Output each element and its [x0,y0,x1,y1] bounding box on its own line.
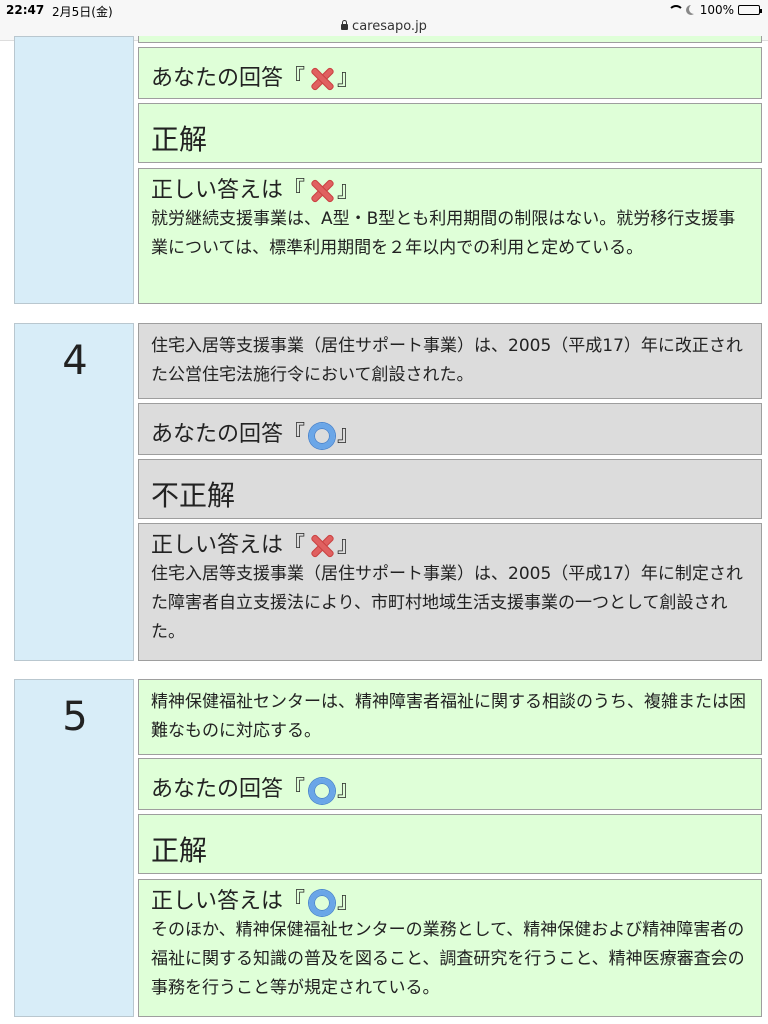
your-answer-cell: あなたの回答『 』 [138,758,762,810]
explanation-text: 住宅入居等支援事業（居住サポート事業）は、2005（平成17）年に制定された障害… [151,564,743,642]
correct-answer-label: 正しい答えは『 [151,533,306,558]
status-time: 22:47 [6,3,45,17]
question-number-cell: 5 [14,679,134,1017]
correct-answer-cell: 正しい答えは『 』 就労継続支援事業は、A型・B型とも利用期間の制限はない。就労移… [138,168,762,304]
your-answer-label: あなたの回答『 [151,422,306,447]
bracket-close: 』 [337,422,360,447]
question-number-cell [14,36,134,304]
bracket-close: 』 [337,777,360,802]
your-answer-cell: あなたの回答『 』 [138,403,762,455]
address-bar[interactable]: caresapo.jp [0,19,768,34]
explanation-text: そのほか、精神保健福祉センターの業務として、精神保健および精神障害者の福祉に関す… [151,920,745,998]
correct-answer-label: 正しい答えは『 [151,889,306,914]
explanation-text: 就労継続支援事業は、A型・B型とも利用期間の制限はない。就労移行支援事業について… [151,209,736,258]
your-answer-label: あなたの回答『 [151,777,306,802]
verdict-text: 正解 [151,123,208,156]
circle-mark-icon [307,888,336,916]
question-text: 住宅入居等支援事業（居住サポート事業）は、2005（平成17）年に改正された公営… [151,336,743,385]
circle-mark-icon [307,776,336,804]
bracket-close: 』 [337,66,360,91]
question-text-cell: 住宅入居等支援事業（居住サポート事業）は、2005（平成17）年に改正された公営… [138,323,762,399]
question-block-4: 4 住宅入居等支援事業（居住サポート事業）は、2005（平成17）年に改正された… [14,323,762,661]
question-block-5: 5 精神保健福祉センターは、精神障害者福祉に関する相談のうち、複雑または困難なも… [14,679,762,1017]
bracket-close: 』 [337,533,360,558]
correct-answer-cell: 正しい答えは『 』 そのほか、精神保健福祉センターの業務として、精神保健および精神… [138,879,762,1017]
status-bar: 22:47 2月5日(金) caresapo.jp 100% [0,0,768,41]
correct-answer-heading: 正しい答えは『 』 [151,880,749,916]
cross-mark-icon [307,177,335,205]
verdict-cell: 不正解 [138,459,762,519]
circle-mark-icon [307,421,336,449]
your-answer-cell: あなたの回答『 』 [138,47,762,99]
status-date: 2月5日(金) [52,5,113,19]
battery-percent: 100% [699,3,734,17]
bracket-close: 』 [337,178,360,203]
bracket-close: 』 [337,889,360,914]
correct-answer-heading: 正しい答えは『 』 [151,524,749,560]
correct-answer-label: 正しい答えは『 [151,178,306,203]
moon-icon [686,5,696,15]
battery-icon [738,5,762,15]
question-text-cell [138,36,762,43]
correct-answer-cell: 正しい答えは『 』 住宅入居等支援事業（居住サポート事業）は、2005（平成17）… [138,523,762,661]
correct-answer-heading: 正しい答えは『 』 [151,169,749,205]
cross-mark-icon [307,65,335,93]
cross-mark-icon [307,532,335,560]
question-block-3: あなたの回答『』 正解 正しい答えは『』 就労継続支援事業は、A型・B型とも利用… [14,36,762,304]
verdict-cell: 正解 [138,814,762,874]
question-text: 精神保健福祉センターは、精神障害者福祉に関する相談のうち、複雑または困難なものに… [151,692,746,741]
status-indicators: 100% [667,3,762,17]
url-text: caresapo.jp [352,19,427,34]
question-number: 5 [62,694,88,740]
wifi-icon [667,5,684,15]
question-text-cell: 精神保健福祉センターは、精神障害者福祉に関する相談のうち、複雑または困難なものに… [138,679,762,755]
your-answer-label: あなたの回答『 [151,66,306,91]
question-number: 4 [62,338,88,384]
verdict-cell: 正解 [138,103,762,163]
verdict-text: 正解 [151,834,208,867]
lock-icon [341,20,349,30]
question-number-cell: 4 [14,323,134,661]
verdict-text: 不正解 [151,479,236,512]
